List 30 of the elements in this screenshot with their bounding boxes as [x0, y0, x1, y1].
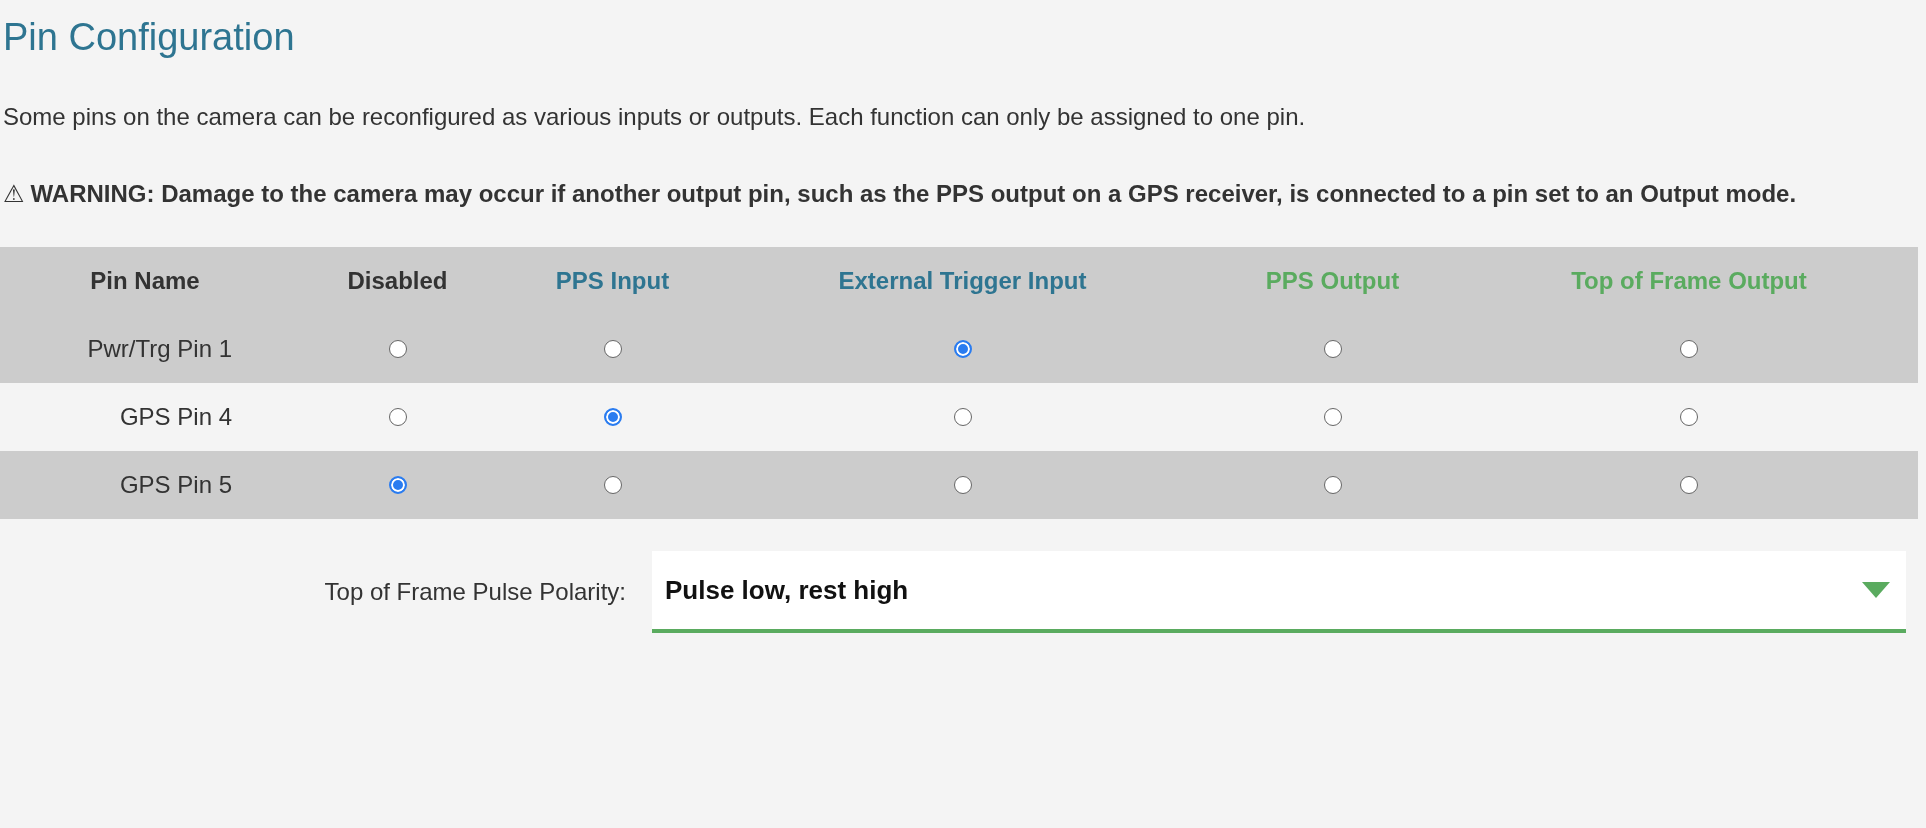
pin-name: GPS Pin 5 — [119, 471, 232, 498]
radio-button[interactable] — [388, 476, 407, 495]
radio-button[interactable] — [1323, 408, 1342, 427]
radio-button[interactable] — [953, 340, 972, 359]
polarity-dropdown[interactable]: Pulse low, rest high — [652, 551, 1906, 633]
caret-icon — [1862, 582, 1890, 598]
radio-button[interactable] — [1323, 476, 1342, 495]
radio-button[interactable] — [953, 476, 972, 495]
column-header: PPS Output — [1265, 267, 1400, 294]
radio-button[interactable] — [1680, 408, 1698, 427]
pin-name: GPS Pin 4 — [119, 403, 232, 430]
radio-button[interactable] — [388, 408, 407, 427]
radio-button[interactable] — [603, 340, 622, 359]
radio-button[interactable] — [1680, 340, 1698, 359]
column-header: External Trigger Input — [838, 267, 1087, 294]
polarity-label: Top of Frame Pulse Polarity: — [323, 578, 626, 606]
radio-button[interactable] — [1680, 476, 1698, 495]
column-header: Pin Name — [90, 267, 200, 294]
page-title: Pin Configuration — [3, 16, 295, 59]
radio-button[interactable] — [1323, 340, 1342, 359]
column-header: Top of Frame Output — [1571, 267, 1807, 294]
radio-button[interactable] — [388, 340, 407, 359]
description-text: Some pins on the camera can be reconfigured as various inputs or outputs. Each function can only be assigned to one pin. — [3, 102, 1307, 132]
warning-text: ⚠ WARNING: Damage to the camera may occur if another output pin, such as the PPS output on a GPS receiver, is connected to a pin set to an Output mode. — [3, 179, 1798, 209]
radio-button[interactable] — [603, 476, 622, 495]
radio-button[interactable] — [603, 408, 622, 427]
pin-name: Pwr/Trg Pin 1 — [87, 335, 232, 362]
radio-button[interactable] — [953, 408, 972, 427]
column-header: Disabled — [347, 267, 448, 294]
column-header: PPS Input — [555, 267, 670, 294]
